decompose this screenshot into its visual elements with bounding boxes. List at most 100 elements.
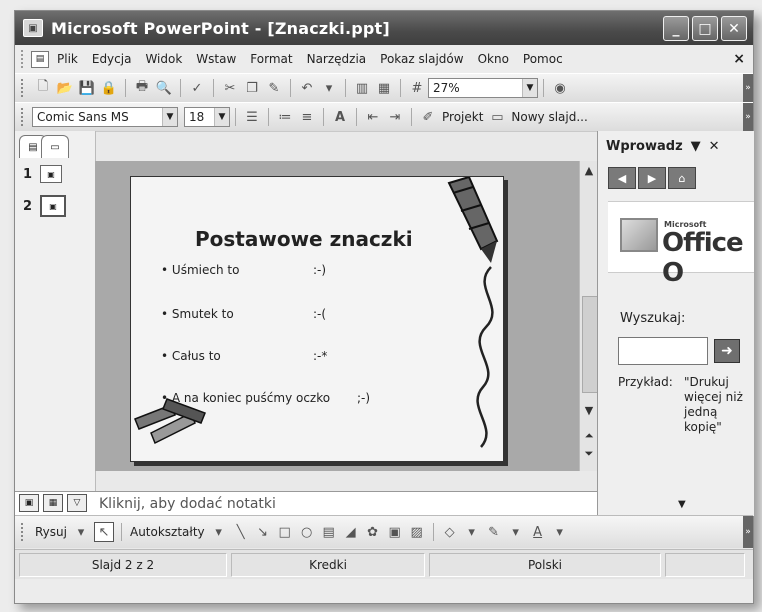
chevron-down-icon[interactable]: ▾ <box>507 523 525 541</box>
menu-narzedzia[interactable]: Narzędzia <box>307 52 367 66</box>
menu-pomoc[interactable]: Pomoc <box>523 52 563 66</box>
toolbar-options-icon[interactable]: » <box>743 74 753 102</box>
menu-pokaz-slajdow[interactable]: Pokaz slajdów <box>380 52 463 66</box>
close-icon[interactable]: ✕ <box>709 139 720 154</box>
next-slide-icon[interactable]: ⏷ <box>580 445 598 463</box>
scroll-up-icon[interactable]: ▲ <box>580 161 598 179</box>
print-icon[interactable]: 🖶 <box>133 79 151 97</box>
menu-okno[interactable]: Okno <box>478 52 509 66</box>
chevron-down-icon[interactable]: ▾ <box>72 523 90 541</box>
slide[interactable]: Postawowe znaczki • Uśmiech to :-) • Smu… <box>130 176 504 462</box>
menu-grip[interactable] <box>21 50 27 68</box>
vertical-scrollbar[interactable]: ▲ ▼ ⏶ ⏷ <box>579 161 598 471</box>
separator <box>213 79 214 97</box>
spelling-icon[interactable]: ✓ <box>188 79 206 97</box>
chevron-down-icon[interactable]: ▾ <box>551 523 569 541</box>
menu-plik[interactable]: Plik <box>57 52 78 66</box>
show-grid-icon[interactable]: # <box>408 79 426 97</box>
chevron-down-icon[interactable]: ▼ <box>691 139 701 154</box>
toolbar-options-icon[interactable]: » <box>743 516 753 548</box>
undo-dropdown-icon[interactable]: ▾ <box>320 79 338 97</box>
align-center-icon[interactable]: ☰ <box>243 108 261 126</box>
scroll-down-icon[interactable]: ▼ <box>580 401 598 419</box>
search-input[interactable] <box>618 337 708 365</box>
normal-view-icon[interactable]: ▣ <box>19 494 39 512</box>
toolbar-options-icon[interactable]: » <box>743 103 753 131</box>
design-button[interactable]: Projekt <box>442 110 483 124</box>
autoshapes-button[interactable]: Autokształty <box>130 525 205 539</box>
insert-chart-icon[interactable]: ▥ <box>353 79 371 97</box>
powerpoint-app-icon[interactable]: ▣ <box>23 19 43 37</box>
print-preview-icon[interactable]: 🔍 <box>155 79 173 97</box>
close-window-button[interactable]: ✕ <box>721 16 747 41</box>
clipart-icon[interactable]: ▣ <box>386 523 404 541</box>
select-objects-icon[interactable]: ↖ <box>93 522 114 542</box>
chevron-down-icon[interactable]: ▼ <box>162 108 177 126</box>
new-slide-button[interactable]: Nowy slajd... <box>511 110 587 124</box>
slide-thumbnail-2[interactable]: 2 ▣ <box>23 195 67 217</box>
slideshow-icon[interactable]: ▽ <box>67 494 87 512</box>
rectangle-icon[interactable]: □ <box>276 523 294 541</box>
home-icon[interactable]: ⌂ <box>668 167 696 189</box>
cut-icon[interactable]: ✂ <box>221 79 239 97</box>
search-go-icon[interactable]: ➜ <box>714 339 740 363</box>
maximize-button[interactable]: □ <box>692 16 718 41</box>
line-icon[interactable]: ╲ <box>232 523 250 541</box>
toolbar-grip[interactable] <box>21 523 26 541</box>
increase-indent-icon[interactable]: ⇥ <box>386 108 404 126</box>
new-slide-icon[interactable]: ▭ <box>488 108 506 126</box>
save-icon[interactable]: 💾 <box>78 79 96 97</box>
font-size-select[interactable]: 18 ▼ <box>184 107 230 127</box>
oval-icon[interactable]: ○ <box>298 523 316 541</box>
diagram-icon[interactable]: ✿ <box>364 523 382 541</box>
picture-icon[interactable]: ▨ <box>408 523 426 541</box>
slide-sorter-icon[interactable]: ▦ <box>43 494 63 512</box>
notes-pane[interactable]: ▣ ▦ ▽ Kliknij, aby dodać notatki <box>15 491 597 516</box>
slide-thumbnail-1[interactable]: 1 ▣ <box>23 165 63 183</box>
draw-menu-button[interactable]: Rysuj <box>35 525 67 539</box>
new-icon[interactable]: 🗋 <box>34 79 52 97</box>
wordart-icon[interactable]: ◢ <box>342 523 360 541</box>
menu-format[interactable]: Format <box>250 52 292 66</box>
arrow-icon[interactable]: ↘ <box>254 523 272 541</box>
document-icon[interactable]: ▤ <box>31 50 49 68</box>
menu-widok[interactable]: Widok <box>145 52 182 66</box>
notes-placeholder[interactable]: Kliknij, aby dodać notatki <box>99 496 276 512</box>
help-icon[interactable]: ◉ <box>551 79 569 97</box>
font-color-icon[interactable]: A <box>529 523 547 541</box>
textbox-icon[interactable]: ▤ <box>320 523 338 541</box>
close-document-button[interactable]: × <box>733 51 745 67</box>
forward-icon[interactable]: ▶ <box>638 167 666 189</box>
open-icon[interactable]: 📂 <box>56 79 74 97</box>
undo-icon[interactable]: ↶ <box>298 79 316 97</box>
format-painter-icon[interactable]: ✎ <box>265 79 283 97</box>
chevron-down-icon[interactable]: ▼ <box>522 79 537 97</box>
bullets-icon[interactable]: ≡ <box>298 108 316 126</box>
slides-tab-icon[interactable]: ▭ <box>41 135 69 158</box>
back-icon[interactable]: ◀ <box>608 167 636 189</box>
fill-color-icon[interactable]: ◇ <box>441 523 459 541</box>
menu-edycja[interactable]: Edycja <box>92 52 132 66</box>
font-select[interactable]: Comic Sans MS ▼ <box>32 107 178 127</box>
chevron-down-icon[interactable]: ▼ <box>678 499 686 510</box>
chevron-down-icon[interactable]: ▼ <box>214 108 229 126</box>
toolbar-grip[interactable] <box>21 108 26 126</box>
increase-font-icon[interactable]: A <box>331 108 349 126</box>
previous-slide-icon[interactable]: ⏶ <box>580 427 598 445</box>
toolbar-grip[interactable] <box>21 79 26 97</box>
chevron-down-icon[interactable]: ▾ <box>463 523 481 541</box>
zoom-select[interactable]: 27% ▼ <box>428 78 538 98</box>
chevron-down-icon[interactable]: ▾ <box>210 523 228 541</box>
design-icon[interactable]: ✐ <box>419 108 437 126</box>
task-pane-title[interactable]: Wprowadz <box>606 139 683 154</box>
copy-icon[interactable]: ❐ <box>243 79 261 97</box>
minimize-button[interactable]: _ <box>663 16 689 41</box>
numbering-icon[interactable]: ≔ <box>276 108 294 126</box>
scroll-thumb[interactable] <box>582 296 598 393</box>
line-color-icon[interactable]: ✎ <box>485 523 503 541</box>
example-link[interactable]: "Drukuj więcej niż jedną kopię" <box>684 375 748 435</box>
permission-icon[interactable]: 🔒 <box>100 79 118 97</box>
menu-wstaw[interactable]: Wstaw <box>196 52 236 66</box>
decrease-indent-icon[interactable]: ⇤ <box>364 108 382 126</box>
insert-table-icon[interactable]: ▦ <box>375 79 393 97</box>
